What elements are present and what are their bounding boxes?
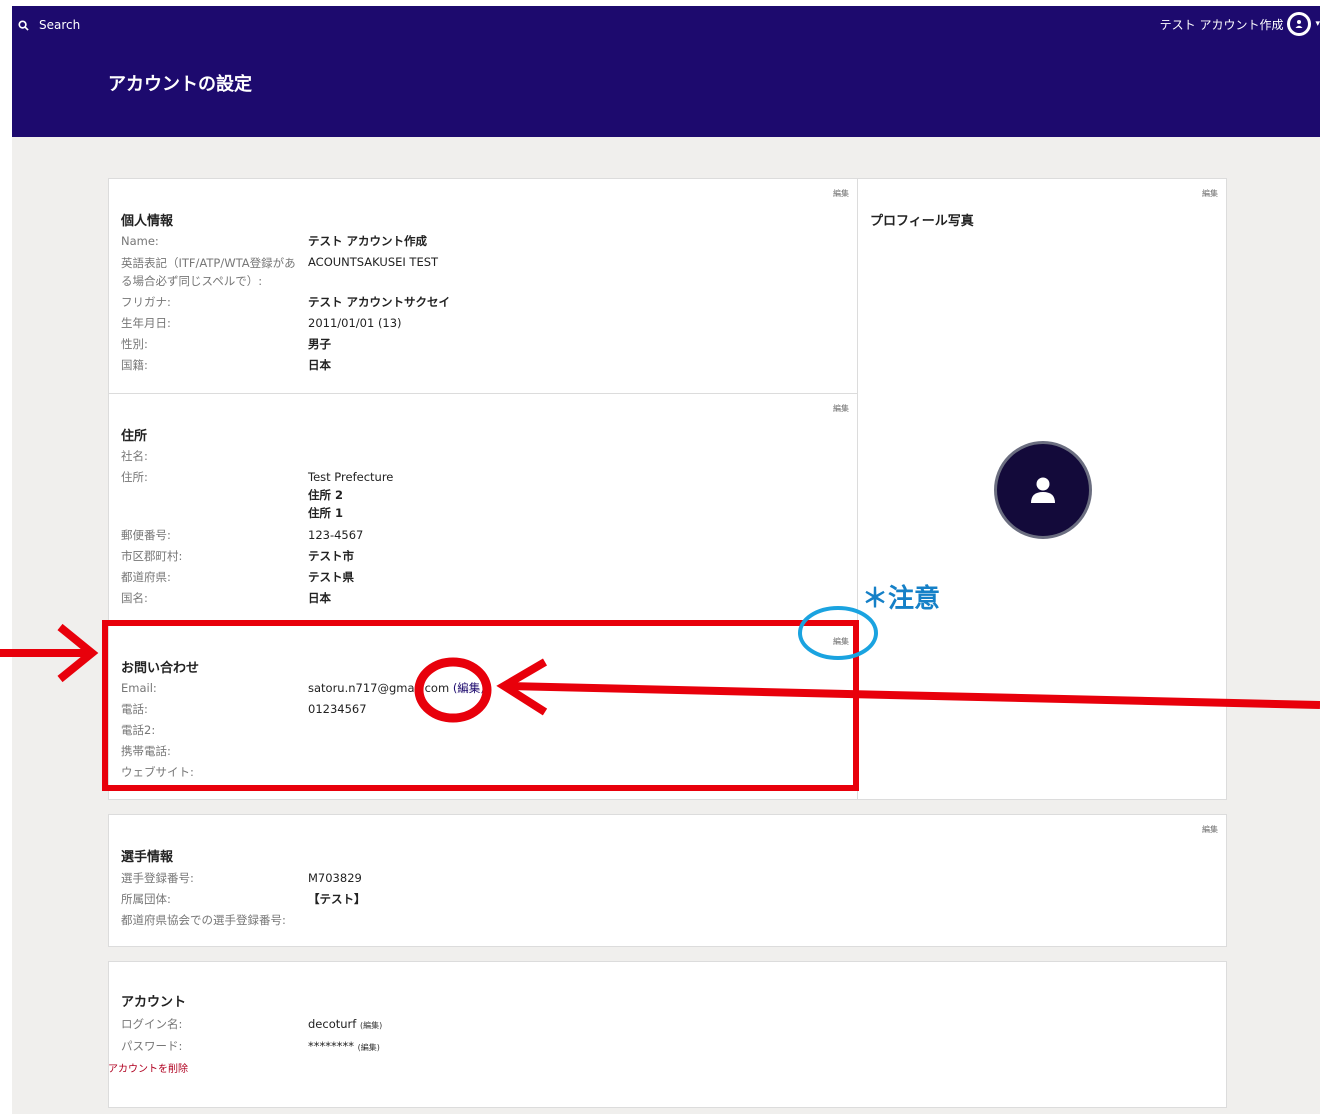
section-title-address: 住所 <box>121 429 148 444</box>
search-label: Search <box>39 18 81 32</box>
divider <box>109 393 857 394</box>
edit-contact-link[interactable]: 編集 <box>833 636 849 647</box>
edit-login-link[interactable]: (編集) <box>360 1021 382 1030</box>
email-value: satoru.n717@gmail.com <box>308 681 450 695</box>
edit-player-link[interactable]: 編集 <box>1202 824 1218 835</box>
section-title-personal: 個人情報 <box>121 214 174 229</box>
divider <box>109 625 857 626</box>
user-name: テスト アカウント作成 <box>1159 17 1284 32</box>
info-card: 編集 個人情報 Name: テスト アカウント作成 英語表記（ITF/ATP/WT… <box>108 178 858 800</box>
edit-personal-link[interactable]: 編集 <box>833 188 849 199</box>
user-icon <box>1031 477 1055 503</box>
account-card: アカウント ログイン名: decoturf (編集) パスワード: ********… <box>108 961 1227 1108</box>
annotation-note: ＊注意 <box>862 584 941 614</box>
password-value: ******** <box>308 1039 354 1053</box>
edit-photo-link[interactable]: 編集 <box>1202 188 1218 199</box>
page-title: アカウントの設定 <box>108 74 252 95</box>
search-icon <box>18 19 29 31</box>
header-bar: Search テスト アカウント作成 ▾ アカウントの設定 <box>12 6 1320 137</box>
edit-email-link[interactable]: (編集) <box>453 681 485 695</box>
section-title-photo: プロフィール写真 <box>870 214 974 229</box>
chevron-down-icon: ▾ <box>1315 19 1320 29</box>
avatar <box>1287 12 1312 36</box>
section-title-account: アカウント <box>121 995 187 1010</box>
app-frame: Search テスト アカウント作成 ▾ アカウントの設定 編集 個人情報 Na… <box>12 6 1320 1114</box>
section-title-contact: お問い合わせ <box>121 661 200 676</box>
user-icon <box>1295 20 1303 28</box>
player-info-card: 編集 選手情報 選手登録番号: M703829 所属団体: 【テスト】 都道府県協会… <box>108 814 1227 947</box>
edit-address-link[interactable]: 編集 <box>833 403 849 414</box>
profile-photo-card: 編集 プロフィール写真 <box>857 178 1227 800</box>
section-title-player: 選手情報 <box>121 850 174 865</box>
edit-password-link[interactable]: (編集) <box>358 1043 380 1052</box>
delete-account-link[interactable]: アカウントを削除 <box>108 1060 188 1075</box>
search-button[interactable]: Search <box>18 18 80 32</box>
user-menu[interactable]: テスト アカウント作成 ▾ <box>1160 12 1320 36</box>
profile-avatar[interactable] <box>994 441 1092 539</box>
login-value: decoturf <box>308 1017 357 1031</box>
